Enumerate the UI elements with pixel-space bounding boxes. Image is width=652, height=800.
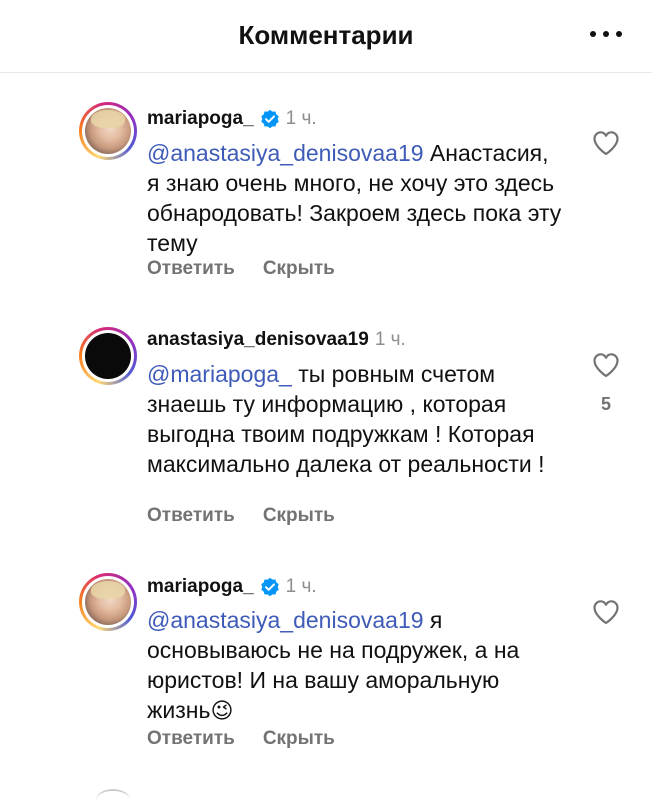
like-count: 5: [600, 394, 611, 414]
comment-actions: Ответить Скрыть: [147, 504, 363, 528]
comment-actions: Ответить Скрыть: [147, 727, 363, 751]
dot: [616, 31, 622, 37]
more-options-icon[interactable]: [590, 22, 622, 46]
mention-link[interactable]: @anastasiya_denisovaa19: [147, 140, 424, 166]
comment-time: 1 ч.: [374, 329, 406, 350]
avatar[interactable]: [79, 102, 137, 160]
avatar[interactable]: [79, 573, 137, 631]
verified-badge-icon: [260, 109, 279, 129]
username[interactable]: anastasiya_denisovaa19: [147, 329, 369, 351]
comment-text: @mariapoga_ ты ровным счетом знаешь ту ин…: [147, 361, 545, 477]
username[interactable]: mariapoga_: [147, 576, 254, 598]
heart-icon[interactable]: [592, 599, 620, 625]
avatar-photo: [85, 333, 131, 379]
reply-button[interactable]: Ответить: [147, 728, 235, 750]
hide-button[interactable]: Скрыть: [263, 728, 335, 750]
winking-face-emoji: 😉: [210, 698, 234, 723]
comment-text: @anastasiya_denisovaa19 Анастасия, я знаю…: [147, 140, 562, 256]
heart-icon[interactable]: [592, 352, 620, 378]
header: Комментарии: [0, 0, 652, 73]
comment-text: @anastasiya_denisovaa19 я основываюсь не …: [147, 607, 520, 723]
username[interactable]: mariapoga_: [147, 108, 254, 130]
dot: [603, 31, 609, 37]
reply-button[interactable]: Ответить: [147, 505, 235, 527]
comments-screen: Комментарии mariapoga_ 1 ч. @anastasiya_…: [0, 0, 652, 800]
reply-button[interactable]: Ответить: [147, 258, 235, 280]
avatar[interactable]: [79, 327, 137, 385]
page-title: Комментарии: [238, 20, 414, 50]
next-comment-avatar: [96, 789, 130, 800]
hide-button[interactable]: Скрыть: [263, 505, 335, 527]
dot: [590, 31, 596, 37]
mention-link[interactable]: @mariapoga_: [147, 361, 292, 387]
avatar-photo: [85, 579, 131, 625]
comment-header: mariapoga_ 1 ч.: [147, 574, 317, 600]
comment-time: 1 ч.: [285, 576, 317, 597]
verified-badge-icon: [260, 577, 279, 597]
hide-button[interactable]: Скрыть: [263, 258, 335, 280]
comment-header: anastasiya_denisovaa19 1 ч.: [147, 327, 406, 353]
heart-icon[interactable]: [592, 130, 620, 156]
comment-time: 1 ч.: [285, 108, 317, 129]
mention-link[interactable]: @anastasiya_denisovaa19: [147, 607, 424, 633]
avatar-photo: [85, 108, 131, 154]
comment-header: mariapoga_ 1 ч.: [147, 106, 317, 132]
comment-actions: Ответить Скрыть: [147, 257, 363, 281]
